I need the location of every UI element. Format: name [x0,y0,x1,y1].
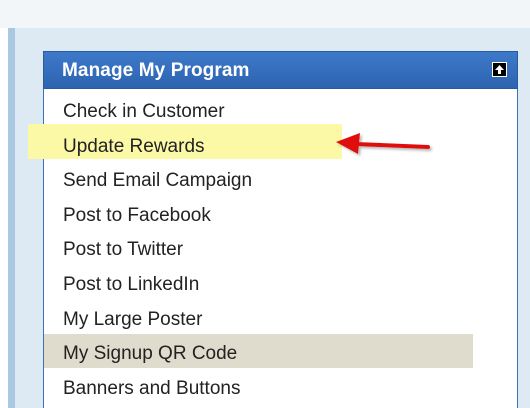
red-arrow-icon [336,133,430,154]
menu-item-check-in-customer[interactable]: Check in Customer [44,95,516,130]
top-strip [0,0,530,28]
menu-item-label: Post to Twitter [63,239,184,261]
menu-item-post-to-twitter[interactable]: Post to Twitter [44,233,516,268]
panel-header: Manage My Program [43,51,518,89]
menu-item-label: Post to LinkedIn [63,273,200,295]
arrow-up-icon [495,65,504,74]
menu-item-post-to-linkedin[interactable]: Post to LinkedIn [44,268,516,303]
menu-item-send-email-campaign[interactable]: Send Email Campaign [44,164,516,199]
menu-item-label: My Signup QR Code [63,343,238,365]
collapse-button[interactable] [492,62,507,77]
menu-item-label: Banners and Buttons [63,377,241,399]
menu-item-label: Post to Facebook [63,204,211,226]
left-border-stripe [8,28,15,408]
menu-item-update-rewards[interactable]: Update Rewards [44,130,516,165]
menu-item-label: Send Email Campaign [63,170,253,192]
panel-title: Manage My Program [62,60,250,81]
left-margin [0,28,8,408]
program-menu: Check in Customer Update Rewards Send Em… [44,95,516,406]
menu-item-label: Check in Customer [63,101,225,122]
menu-item-banners-and-buttons[interactable]: Banners and Buttons [44,372,516,407]
menu-item-my-signup-qr-code[interactable]: My Signup QR Code [44,337,516,372]
menu-item-my-large-poster[interactable]: My Large Poster [44,303,516,338]
menu-item-label: My Large Poster [63,308,203,330]
menu-item-label: Update Rewards [63,135,205,157]
menu-item-post-to-facebook[interactable]: Post to Facebook [44,199,516,234]
